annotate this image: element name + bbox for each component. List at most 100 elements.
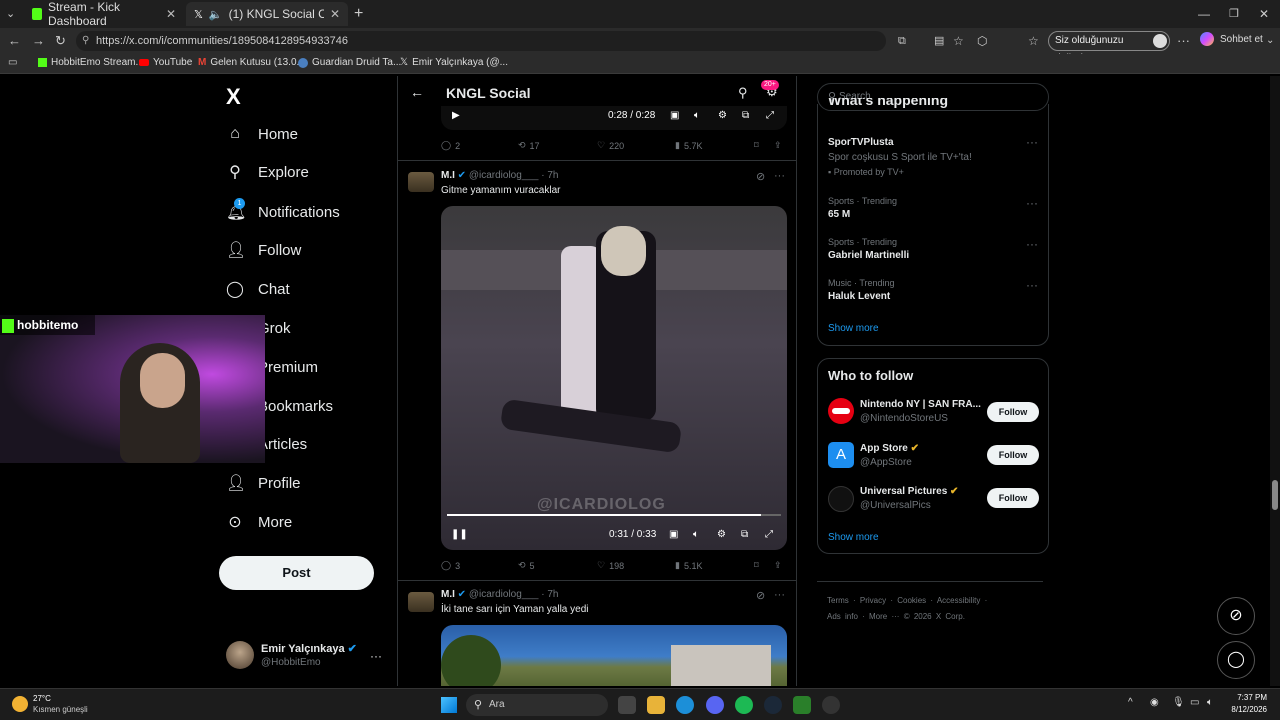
- more-menu-icon[interactable]: ···: [1177, 28, 1190, 54]
- share-icon[interactable]: ⇪: [774, 560, 782, 571]
- tab-list-icon[interactable]: ⌄: [6, 0, 15, 28]
- reply-button[interactable]: ◯ 3: [441, 560, 460, 571]
- spotify-icon[interactable]: [735, 696, 753, 714]
- network-icon[interactable]: ▭: [1190, 697, 1199, 708]
- x-logo-icon[interactable]: X: [226, 84, 241, 110]
- reply-button[interactable]: ◯ 2: [441, 140, 460, 151]
- chat-fab-icon[interactable]: ◯: [1217, 641, 1255, 679]
- url-field[interactable]: ⚲ https://x.com/i/communities/1895084128…: [76, 31, 886, 51]
- account-menu-icon[interactable]: ···: [370, 649, 382, 663]
- captions-icon[interactable]: ▣: [670, 110, 679, 121]
- footer-accessibility[interactable]: Accessibility: [937, 596, 981, 605]
- volume-icon[interactable]: 🔈︎: [694, 110, 700, 121]
- views-button[interactable]: ▮ 5.7K: [675, 140, 702, 151]
- extensions-icon[interactable]: ⬡: [977, 28, 987, 54]
- forward-icon[interactable]: →: [32, 28, 45, 54]
- nav-follow[interactable]: 👤︎ Follow: [226, 235, 301, 265]
- site-info-icon[interactable]: ⚲: [82, 31, 89, 51]
- tab-kick[interactable]: Stream - Kick Dashboard ✕: [24, 0, 184, 28]
- nav-chat[interactable]: ◯ Chat: [226, 274, 290, 304]
- captions-icon[interactable]: ▣: [669, 529, 678, 540]
- grok-fab-icon[interactable]: ⊘: [1217, 597, 1255, 635]
- restore-icon[interactable]: ❐: [1229, 0, 1239, 28]
- copilot-icon[interactable]: [1200, 32, 1214, 46]
- discord-icon[interactable]: [706, 696, 724, 714]
- translate-icon[interactable]: ⧉: [898, 28, 906, 54]
- trend-menu-icon[interactable]: ···: [1026, 135, 1038, 149]
- account-name-row[interactable]: Universal Pictures ✔: [860, 486, 958, 497]
- tray-chevron-icon[interactable]: ^: [1128, 697, 1133, 708]
- verify-identity-button[interactable]: Siz olduğunuzu doğrulayın: [1048, 31, 1170, 64]
- footer-privacy[interactable]: Privacy: [860, 596, 886, 605]
- account-name[interactable]: Emir Yalçınkaya ✔: [261, 642, 357, 655]
- obs-kick-icon[interactable]: [793, 696, 811, 714]
- footer-terms[interactable]: Terms: [827, 596, 849, 605]
- trend-name[interactable]: Gabriel Martinelli: [828, 250, 909, 261]
- author-name[interactable]: M.I: [441, 589, 455, 600]
- follow-button[interactable]: Follow: [987, 445, 1039, 465]
- volume-icon[interactable]: 🔈︎: [693, 529, 699, 540]
- fullscreen-icon[interactable]: ⤢: [765, 529, 773, 540]
- minimize-icon[interactable]: —: [1198, 0, 1210, 28]
- repost-button[interactable]: ⟲ 17: [518, 140, 540, 151]
- trend-menu-icon[interactable]: ···: [1026, 237, 1038, 251]
- bookmark-item[interactable]: 𝕏 Emir Yalçınkaya (@...: [400, 57, 508, 68]
- search-icon[interactable]: ⚲: [738, 85, 748, 101]
- author-avatar[interactable]: [408, 172, 434, 192]
- mic-icon[interactable]: 🎙︎: [1172, 697, 1185, 708]
- like-button[interactable]: ♡ 220: [597, 140, 624, 151]
- nintendo-avatar[interactable]: [828, 398, 854, 424]
- show-more-link[interactable]: Show more: [828, 323, 879, 334]
- promo-name[interactable]: SporTVPlusta: [828, 137, 894, 148]
- grok-icon[interactable]: ⊘: [756, 170, 765, 183]
- account-name-row[interactable]: App Store ✔: [860, 443, 919, 454]
- tab-actions-icon[interactable]: ▭: [8, 57, 17, 68]
- video-player-2[interactable]: @ICARDIOLOG ❚❚ 0:31 / 0:33 ▣ 🔈︎ ⚙ ⧉ ⤢: [441, 206, 787, 550]
- pip-icon[interactable]: ⧉: [741, 529, 748, 540]
- bookmark-item[interactable]: M Gelen Kutusu (13.0...: [198, 57, 305, 68]
- refresh-icon[interactable]: ↻: [55, 28, 66, 54]
- share-icon[interactable]: ⇪: [774, 140, 782, 151]
- nav-profile[interactable]: 👤︎ Profile: [226, 468, 301, 498]
- author-handle[interactable]: @icardiolog___: [469, 170, 539, 181]
- bookmark-icon[interactable]: ⌑: [754, 140, 759, 151]
- clock-date[interactable]: 8/12/2026: [1222, 705, 1267, 714]
- task-view-icon[interactable]: [618, 696, 636, 714]
- views-button[interactable]: ▮ 5.1K: [675, 560, 702, 571]
- post-menu-icon[interactable]: ···: [774, 589, 785, 601]
- nav-explore[interactable]: ⚲ Explore: [226, 157, 309, 187]
- window-close-icon[interactable]: ✕: [1259, 0, 1269, 28]
- author-handle[interactable]: @icardiolog___: [469, 589, 539, 600]
- progress-track[interactable]: [447, 514, 781, 516]
- scrollbar-thumb[interactable]: [1272, 480, 1278, 510]
- like-button[interactable]: ♡ 198: [597, 560, 624, 571]
- fullscreen-icon[interactable]: ⤢: [766, 110, 774, 121]
- file-explorer-icon[interactable]: [647, 696, 665, 714]
- pip-icon[interactable]: ⧉: [742, 110, 749, 121]
- weather-icon[interactable]: [12, 696, 28, 712]
- trend-name[interactable]: 65 M: [828, 209, 850, 220]
- collections-icon[interactable]: ☆: [1028, 28, 1039, 54]
- follow-button[interactable]: Follow: [987, 402, 1039, 422]
- account-name[interactable]: Nintendo NY | SAN FRA...: [860, 399, 981, 410]
- settings-gear-icon[interactable]: ⚙: [717, 529, 726, 540]
- follow-button[interactable]: Follow: [987, 488, 1039, 508]
- footer-more[interactable]: More ···: [869, 612, 899, 621]
- bookmark-item[interactable]: YouTube: [139, 57, 192, 68]
- nav-notifications[interactable]: 🔔︎ 1 Notifications: [226, 197, 340, 227]
- post-menu-icon[interactable]: ···: [774, 170, 785, 182]
- play-icon[interactable]: ▶: [452, 110, 460, 121]
- nav-more[interactable]: ⊙ More: [226, 507, 292, 537]
- favorite-star-icon[interactable]: ☆: [953, 28, 964, 54]
- close-tab-icon[interactable]: ✕: [166, 7, 176, 21]
- video-player-3[interactable]: [441, 625, 787, 686]
- new-tab-icon[interactable]: +: [354, 0, 363, 28]
- show-more-link[interactable]: Show more: [828, 532, 879, 543]
- settings-chevron-icon[interactable]: ⌄: [1266, 28, 1274, 54]
- app-store-icon[interactable]: A: [828, 442, 854, 468]
- trend-menu-icon[interactable]: ···: [1026, 278, 1038, 292]
- start-icon[interactable]: [441, 697, 457, 713]
- tab-x[interactable]: 𝕏 🔈 (1) KNGL Social Community / ✕: [186, 2, 348, 26]
- author-name[interactable]: M.I: [441, 170, 455, 181]
- bookmark-item[interactable]: HobbitEmo Stream...: [38, 57, 144, 68]
